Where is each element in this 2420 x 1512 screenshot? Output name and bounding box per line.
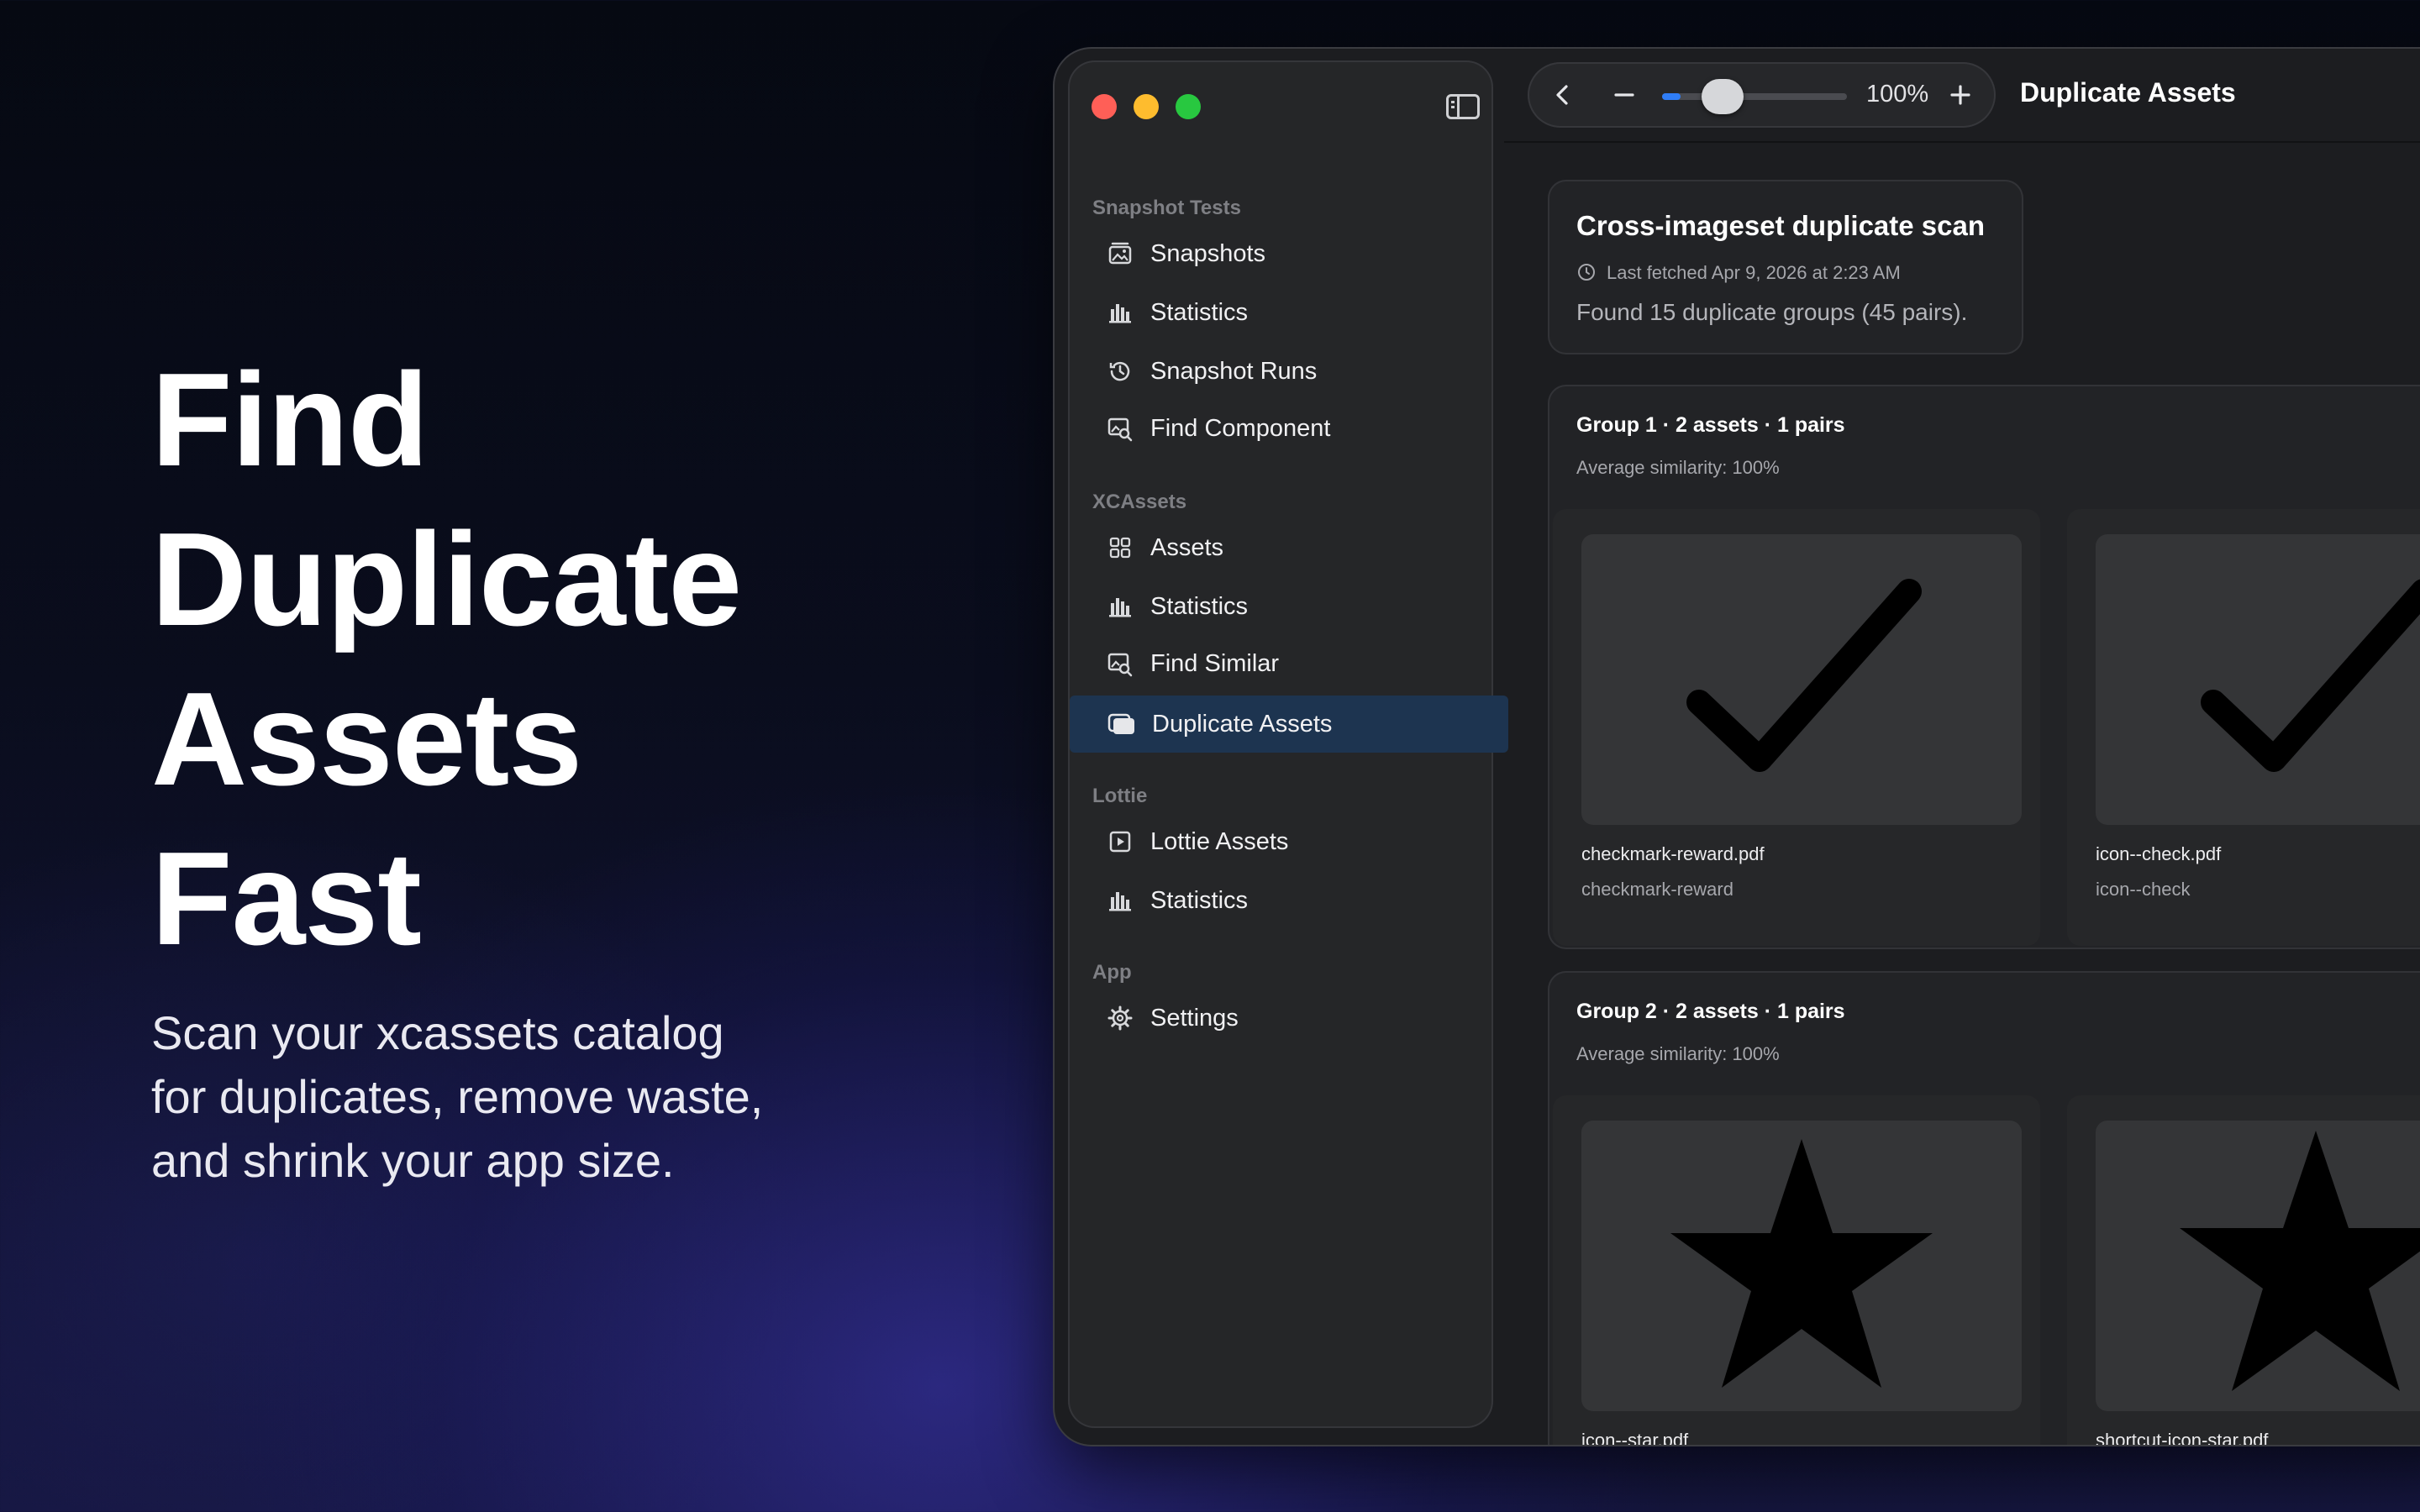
page-title: Duplicate Assets: [2020, 77, 2236, 108]
checkmark-icon: [2201, 579, 2420, 772]
star-icon: [1670, 1139, 1933, 1388]
grid-icon: [1105, 533, 1135, 563]
asset-tile[interactable]: shortcut-icon-star.pdf: [2067, 1095, 2420, 1445]
scan-title: Cross-imageset duplicate scan: [1576, 210, 1986, 241]
photo-stack-icon: [1105, 239, 1135, 269]
duplicate-icon: [1107, 709, 1137, 739]
sidebar-item-statistics-lottie[interactable]: Statistics: [1068, 872, 1493, 929]
sidebar-item-label: Statistics: [1150, 886, 1249, 914]
sidebar-section-lottie: Lottie: [1092, 785, 1148, 807]
asset-filename: shortcut-icon-star.pdf: [2096, 1430, 2269, 1445]
hero-title-line: Find: [151, 346, 429, 494]
sidebar-item-lottie-assets[interactable]: Lottie Assets: [1068, 813, 1493, 870]
image-search-icon: [1105, 648, 1135, 679]
close-window-button[interactable]: [1092, 94, 1117, 119]
zoom-out-button[interactable]: [1610, 81, 1639, 109]
clock-icon: [1576, 262, 1597, 282]
last-fetched-text: Last fetched Apr 9, 2026 at 2:23 AM: [1607, 262, 1901, 283]
sidebar-item-label: Statistics: [1150, 298, 1249, 326]
star-icon: [2180, 1131, 2420, 1391]
checkmark-icon: [1686, 579, 1922, 772]
zoom-in-button[interactable]: [1946, 81, 1975, 109]
hero-title-line: Fast: [151, 825, 422, 973]
image-search-icon: [1105, 413, 1135, 444]
sidebar-toggle-icon[interactable]: [1446, 94, 1480, 119]
asset-thumbnail: [1581, 1121, 2022, 1411]
sidebar-item-label: Snapshot Runs: [1150, 357, 1318, 385]
back-chevron-icon[interactable]: [1549, 81, 1577, 109]
bar-chart-icon: [1105, 297, 1135, 328]
scan-result-text: Found 15 duplicate groups (45 pairs).: [1576, 299, 1968, 325]
toolbar-divider: [1504, 141, 2420, 143]
sidebar-item-find-component[interactable]: Find Component: [1068, 400, 1493, 457]
app-window: Snapshot Tests Snapshots Statistics Snap…: [1055, 49, 2420, 1445]
scan-summary-card: Cross-imageset duplicate scan Last fetch…: [1548, 180, 2023, 354]
sidebar-item-label: Settings: [1150, 1004, 1239, 1032]
zoom-slider[interactable]: [1662, 93, 1847, 100]
sidebar-section-app: App: [1092, 961, 1132, 984]
asset-tile[interactable]: checkmark-reward.pdf checkmark-reward: [1553, 509, 2040, 946]
group-similarity: Average similarity: 100%: [1576, 457, 1780, 478]
asset-filename: icon--star.pdf: [1581, 1430, 1689, 1445]
sidebar-item-statistics-snapshot[interactable]: Statistics: [1068, 284, 1493, 341]
asset-thumbnail: [2096, 534, 2420, 825]
sidebar-item-label: Snapshots: [1150, 239, 1266, 267]
asset-thumbnail: [2096, 1121, 2420, 1411]
sidebar-item-duplicate-assets[interactable]: Duplicate Assets: [1070, 696, 1508, 753]
sidebar-item-snapshot-runs[interactable]: Snapshot Runs: [1068, 343, 1493, 400]
sidebar-item-label: Assets: [1150, 533, 1224, 561]
duplicate-group-card: Group 2 · 2 assets · 1 pairs Average sim…: [1548, 971, 2420, 1445]
hero-subtitle-line: and shrink your app size.: [151, 1134, 675, 1187]
group-title: Group 2 · 2 assets · 1 pairs: [1576, 1000, 1845, 1023]
sidebar-item-label: Find Component: [1150, 414, 1331, 442]
sidebar-item-label: Find Similar: [1150, 649, 1280, 677]
asset-filename: icon--check.pdf: [2096, 843, 2222, 864]
asset-tile[interactable]: icon--star.pdf: [1553, 1095, 2040, 1445]
history-clock-icon: [1105, 356, 1135, 386]
sidebar-item-assets[interactable]: Assets: [1068, 519, 1493, 576]
sidebar: Snapshot Tests Snapshots Statistics Snap…: [1068, 60, 1508, 1428]
sidebar-item-find-similar[interactable]: Find Similar: [1068, 635, 1493, 692]
toolbar-controls: 100%: [1528, 62, 1996, 128]
hero-title-line: Duplicate: [151, 506, 742, 654]
hero-subtitle-line: Scan your xcassets catalog: [151, 1006, 724, 1059]
sidebar-item-statistics-xcassets[interactable]: Statistics: [1068, 578, 1493, 635]
asset-name: checkmark-reward: [1581, 879, 1733, 900]
asset-filename: checkmark-reward.pdf: [1581, 843, 1765, 864]
hero-subtitle-line: for duplicates, remove waste,: [151, 1070, 764, 1123]
asset-name: icon--check: [2096, 879, 2191, 900]
hero-subtitle: Scan your xcassets catalog for duplicate…: [151, 1001, 823, 1193]
group-title: Group 1 · 2 assets · 1 pairs: [1576, 413, 1845, 437]
group-similarity: Average similarity: 100%: [1576, 1043, 1780, 1064]
hero-title: Find Duplicate Assets Fast: [151, 340, 742, 979]
zoom-window-button[interactable]: [1176, 94, 1201, 119]
bar-chart-icon: [1105, 885, 1135, 916]
minimize-window-button[interactable]: [1134, 94, 1159, 119]
zoom-level-label: 100%: [1866, 81, 1929, 108]
sidebar-section-snapshot-tests: Snapshot Tests: [1092, 197, 1241, 219]
sidebar-section-xcassets: XCAssets: [1092, 491, 1187, 513]
sidebar-item-label: Duplicate Assets: [1152, 710, 1333, 738]
asset-tile[interactable]: icon--check.pdf icon--check: [2067, 509, 2420, 946]
gear-icon: [1105, 1003, 1135, 1033]
play-square-icon: [1105, 827, 1135, 857]
duplicate-group-card: Group 1 · 2 assets · 1 pairs Average sim…: [1548, 385, 2420, 949]
sidebar-item-snapshots[interactable]: Snapshots: [1068, 225, 1493, 282]
bar-chart-icon: [1105, 591, 1135, 622]
sidebar-item-label: Statistics: [1150, 592, 1249, 620]
zoom-slider-fill: [1662, 93, 1681, 100]
zoom-slider-knob[interactable]: [1702, 79, 1744, 114]
sidebar-item-settings[interactable]: Settings: [1068, 990, 1493, 1047]
sidebar-item-label: Lottie Assets: [1150, 827, 1289, 855]
hero-title-line: Assets: [151, 665, 582, 813]
asset-thumbnail: [1581, 534, 2022, 825]
